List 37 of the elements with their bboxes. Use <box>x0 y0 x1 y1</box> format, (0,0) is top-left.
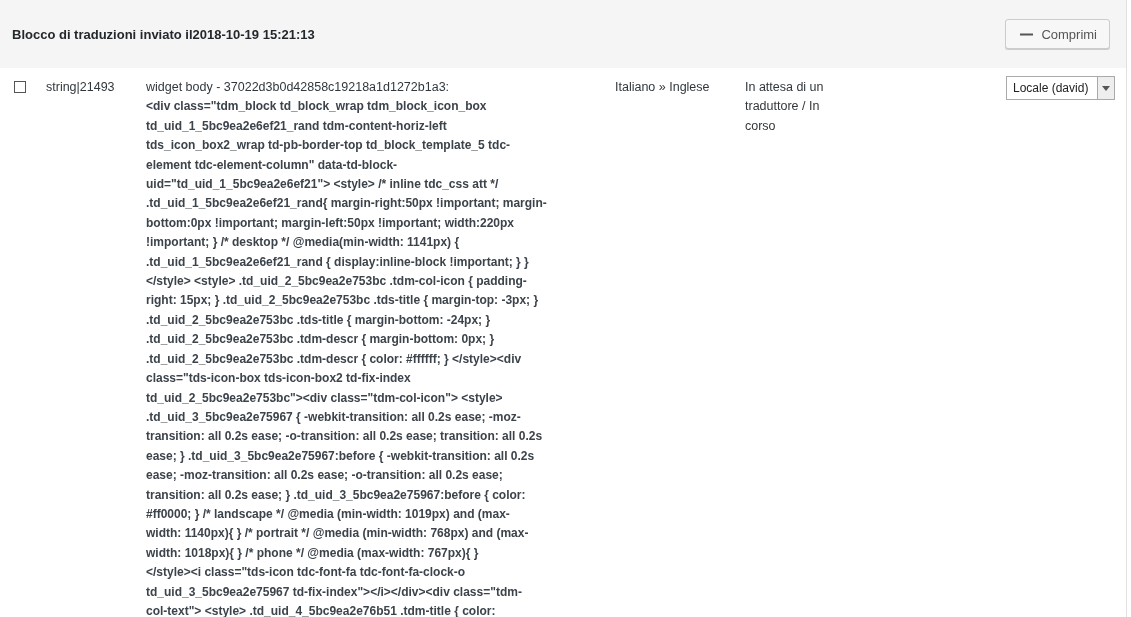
translation-status: In attesa di un traduttore / In corso <box>745 79 825 135</box>
row-checkbox[interactable] <box>14 81 26 93</box>
code-line: td_uid_2_5bc9ea2e753bc"><div class="tdm-col-icon"> <style> <box>146 389 504 407</box>
code-line: ease; } .td_uid_3_5bc9ea2e75967:before { -webkit-transition: all 0.2s <box>146 447 536 465</box>
code-line: .td_uid_3_5bc9ea2e75967 { -webkit-transition: all 0.2s ease; -moz- <box>146 408 522 426</box>
code-line: uid="td_uid_1_5bc9ea2e6ef21"> <style> /* inline tdc_css att */ <box>146 176 500 194</box>
string-id: string|21493 <box>46 79 116 96</box>
code-line: width: 1140px){ } /* portrait */ @media (min-width: 768px) and (max- <box>146 525 530 543</box>
language-pair: Italiano » Inglese <box>615 79 711 96</box>
collapse-button[interactable]: Comprimi <box>1005 19 1110 49</box>
code-line: .td_uid_1_5bc9ea2e6ef21_rand{ margin-right:50px !important; margin- <box>146 195 548 213</box>
code-line: right: 15px; } .td_uid_2_5bc9ea2e753bc .tds-title { margin-top: -3px; } <box>146 292 540 310</box>
code-line: .td_uid_2_5bc9ea2e753bc .tdm-descr { margin-bottom: 0px; } <box>146 331 496 349</box>
code-line: bottom:0px !important; margin-left:50px !important; width:220px <box>146 214 515 232</box>
code-line: tds_icon_box2_wrap td-pb-border-top td_block_template_5 tdc- <box>146 137 512 155</box>
code-line: !important; } /* desktop */ @media(min-width: 1141px) { <box>146 234 461 252</box>
code-line: td_uid_1_5bc9ea2e6ef21_rand tdm-content-horiz-left <box>146 117 448 135</box>
code-line: element tdc-element-column" data-td-block- <box>146 156 399 174</box>
code-line: td_uid_3_5bc9ea2e75967 td-fix-index"></i></div><div class="tdm- <box>146 583 523 601</box>
code-line: </style> <style> .td_uid_2_5bc9ea2e753bc .tdm-col-icon { padding- <box>146 273 528 291</box>
code-line: .td_uid_2_5bc9ea2e753bc .tdm-descr { color: #ffffff; } </style><div <box>146 350 523 368</box>
code-line: width: 1018px){ } /* phone */ @media (max-width: 767px){ } <box>146 544 480 562</box>
code-line: .td_uid_1_5bc9ea2e6ef21_rand { display:inline-block !important; } } <box>146 253 530 271</box>
code-line: transition: all 0.2s ease; } .td_uid_3_5bc9ea2e75967:before { color: <box>146 486 527 504</box>
minus-icon <box>1020 32 1034 36</box>
caret-down-icon <box>1102 85 1110 91</box>
code-line: </style><i class="tds-icon tdc-font-fa tdc-font-fa-clock-o <box>146 564 467 582</box>
code-line: .td_uid_2_5bc9ea2e753bc .tds-title { margin-bottom: -24px; } <box>146 311 492 329</box>
code-line: <div class="tdm_block td_block_wrap tdm_block_icon_box <box>146 98 488 116</box>
code-line: class="tds-icon-box tds-icon-box2 td-fix-index <box>146 370 412 388</box>
code-line: transition: all 0.2s ease; -o-transition: all 0.2s ease; transition: all 0.2s <box>146 428 544 446</box>
block-title: Blocco di traduzioni inviato il2018-10-19 15:21:13 <box>12 26 315 42</box>
translator-dropdown[interactable]: Locale (david) <box>1006 76 1115 100</box>
string-title: widget body - 37022d3b0d42858c19218a1d1272b1a3: <box>146 79 451 96</box>
code-line: #ff0000; } /* landscape */ @media (min-width: 1019px) and (max- <box>146 505 511 523</box>
code-line: ease; -moz-transition: all 0.2s ease; -o-transition: all 0.2s ease; <box>146 467 504 485</box>
code-line: col-text"> <style> .td_uid_4_5bc9ea2e76b51 .tdm-title { color: <box>146 602 497 617</box>
